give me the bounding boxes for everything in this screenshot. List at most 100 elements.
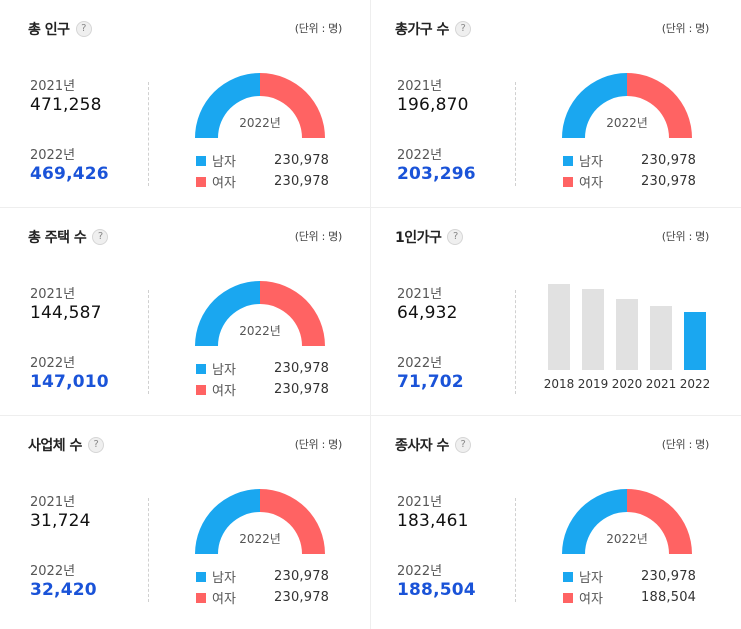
card-title: 종사자 수? bbox=[395, 435, 471, 455]
current-year-value: 469,426 bbox=[30, 164, 109, 184]
legend-row-female: 여자 230,978 bbox=[196, 171, 329, 192]
prev-year-value: 144,587 bbox=[30, 303, 102, 323]
yearly-bar-chart bbox=[548, 280, 718, 370]
card-title: 총가구 수? bbox=[395, 19, 471, 39]
dashed-divider bbox=[515, 498, 516, 602]
dashed-divider bbox=[148, 82, 149, 186]
female-label: 여자 bbox=[212, 592, 236, 607]
prev-year-label: 2021년 bbox=[30, 495, 76, 510]
card-businesses: 사업체 수? (단위 : 명) 2021년 31,724 2022년 32,42… bbox=[0, 416, 366, 623]
unit-label: (단위 : 명) bbox=[661, 230, 710, 243]
card-title: 사업체 수? bbox=[28, 435, 104, 455]
legend-row-female: 여자 230,978 bbox=[196, 379, 329, 400]
male-label: 남자 bbox=[212, 155, 236, 170]
male-swatch bbox=[563, 571, 573, 582]
female-value: 188,504 bbox=[641, 590, 697, 605]
prev-year-value: 196,870 bbox=[397, 95, 469, 115]
legend-row-male: 남자 230,978 bbox=[196, 358, 329, 379]
help-icon[interactable]: ? bbox=[454, 437, 471, 453]
male-value: 230,978 bbox=[274, 361, 330, 376]
gender-legend: 남자 230,978 여자 188,504 bbox=[563, 566, 696, 608]
legend-row-female: 여자 188,504 bbox=[563, 587, 696, 608]
gender-legend: 남자 230,978 여자 230,978 bbox=[563, 150, 696, 192]
bar-2019 bbox=[582, 289, 604, 370]
current-year-label: 2022년 bbox=[30, 564, 76, 579]
card-total-households: 총가구 수? (단위 : 명) 2021년 196,870 2022년 203,… bbox=[367, 0, 733, 207]
male-label: 남자 bbox=[579, 155, 603, 170]
prev-year-value: 31,724 bbox=[30, 511, 91, 531]
dashed-divider bbox=[148, 498, 149, 602]
gender-legend: 남자 230,978 여자 230,978 bbox=[196, 358, 329, 400]
female-label: 여자 bbox=[579, 176, 603, 191]
female-label: 여자 bbox=[212, 176, 236, 191]
bar-label-2022: 2022 bbox=[679, 377, 711, 391]
female-label: 여자 bbox=[212, 384, 236, 399]
bar-2020 bbox=[616, 299, 638, 370]
card-total-population: 총 인구? (단위 : 명) 2021년 471,258 2022년 469,4… bbox=[0, 0, 366, 207]
donut-year-label: 2022년 bbox=[239, 116, 281, 130]
male-swatch bbox=[563, 155, 573, 166]
unit-label: (단위 : 명) bbox=[294, 438, 343, 451]
current-year-value: 71,702 bbox=[397, 372, 464, 392]
help-icon[interactable]: ? bbox=[454, 21, 471, 37]
unit-label: (단위 : 명) bbox=[294, 22, 343, 35]
bar-2021 bbox=[650, 306, 672, 370]
donut-year-label: 2022년 bbox=[606, 532, 648, 546]
male-swatch bbox=[196, 571, 206, 582]
bar-2018 bbox=[548, 284, 570, 370]
legend-row-female: 여자 230,978 bbox=[563, 171, 696, 192]
legend-row-male: 남자 230,978 bbox=[196, 566, 329, 587]
female-label: 여자 bbox=[579, 592, 603, 607]
card-title: 총 인구? bbox=[28, 19, 92, 39]
female-value: 230,978 bbox=[274, 382, 330, 397]
female-swatch bbox=[563, 176, 573, 187]
unit-label: (단위 : 명) bbox=[661, 438, 710, 451]
legend-row-male: 남자 230,978 bbox=[563, 566, 696, 587]
prev-year-value: 183,461 bbox=[397, 511, 469, 531]
current-year-label: 2022년 bbox=[30, 356, 76, 371]
current-year-label: 2022년 bbox=[397, 356, 443, 371]
male-value: 230,978 bbox=[274, 569, 330, 584]
current-year-value: 188,504 bbox=[397, 580, 476, 600]
prev-year-label: 2021년 bbox=[397, 79, 443, 94]
unit-label: (단위 : 명) bbox=[294, 230, 343, 243]
female-swatch bbox=[563, 592, 573, 603]
help-icon[interactable]: ? bbox=[75, 21, 92, 37]
dashed-divider bbox=[148, 290, 149, 394]
female-swatch bbox=[196, 592, 206, 603]
card-employees: 종사자 수? (단위 : 명) 2021년 183,461 2022년 188,… bbox=[367, 416, 733, 623]
donut-year-label: 2022년 bbox=[239, 324, 281, 338]
current-year-label: 2022년 bbox=[397, 564, 443, 579]
help-icon[interactable]: ? bbox=[92, 229, 109, 245]
card-title: 1인가구? bbox=[395, 227, 464, 247]
donut-year-label: 2022년 bbox=[239, 532, 281, 546]
prev-year-label: 2021년 bbox=[30, 287, 76, 302]
prev-year-label: 2021년 bbox=[397, 287, 443, 302]
male-label: 남자 bbox=[579, 571, 603, 586]
male-value: 230,978 bbox=[641, 569, 697, 584]
male-label: 남자 bbox=[212, 571, 236, 586]
current-year-label: 2022년 bbox=[30, 148, 76, 163]
female-swatch bbox=[196, 384, 206, 395]
bar-2022 bbox=[684, 312, 706, 370]
help-icon[interactable]: ? bbox=[87, 437, 104, 453]
gender-legend: 남자 230,978 여자 230,978 bbox=[196, 150, 329, 192]
legend-row-female: 여자 230,978 bbox=[196, 587, 329, 608]
donut-year-label: 2022년 bbox=[606, 116, 648, 130]
legend-row-male: 남자 230,978 bbox=[563, 150, 696, 171]
card-title: 총 주택 수? bbox=[28, 227, 109, 247]
prev-year-value: 471,258 bbox=[30, 95, 102, 115]
male-swatch bbox=[196, 363, 206, 374]
gender-legend: 남자 230,978 여자 230,978 bbox=[196, 566, 329, 608]
current-year-label: 2022년 bbox=[397, 148, 443, 163]
prev-year-label: 2021년 bbox=[397, 495, 443, 510]
current-year-value: 32,420 bbox=[30, 580, 97, 600]
female-value: 230,978 bbox=[274, 174, 330, 189]
current-year-value: 147,010 bbox=[30, 372, 109, 392]
help-icon[interactable]: ? bbox=[447, 229, 464, 245]
male-value: 230,978 bbox=[641, 153, 697, 168]
prev-year-value: 64,932 bbox=[397, 303, 458, 323]
female-value: 230,978 bbox=[641, 174, 697, 189]
current-year-value: 203,296 bbox=[397, 164, 476, 184]
male-swatch bbox=[196, 155, 206, 166]
